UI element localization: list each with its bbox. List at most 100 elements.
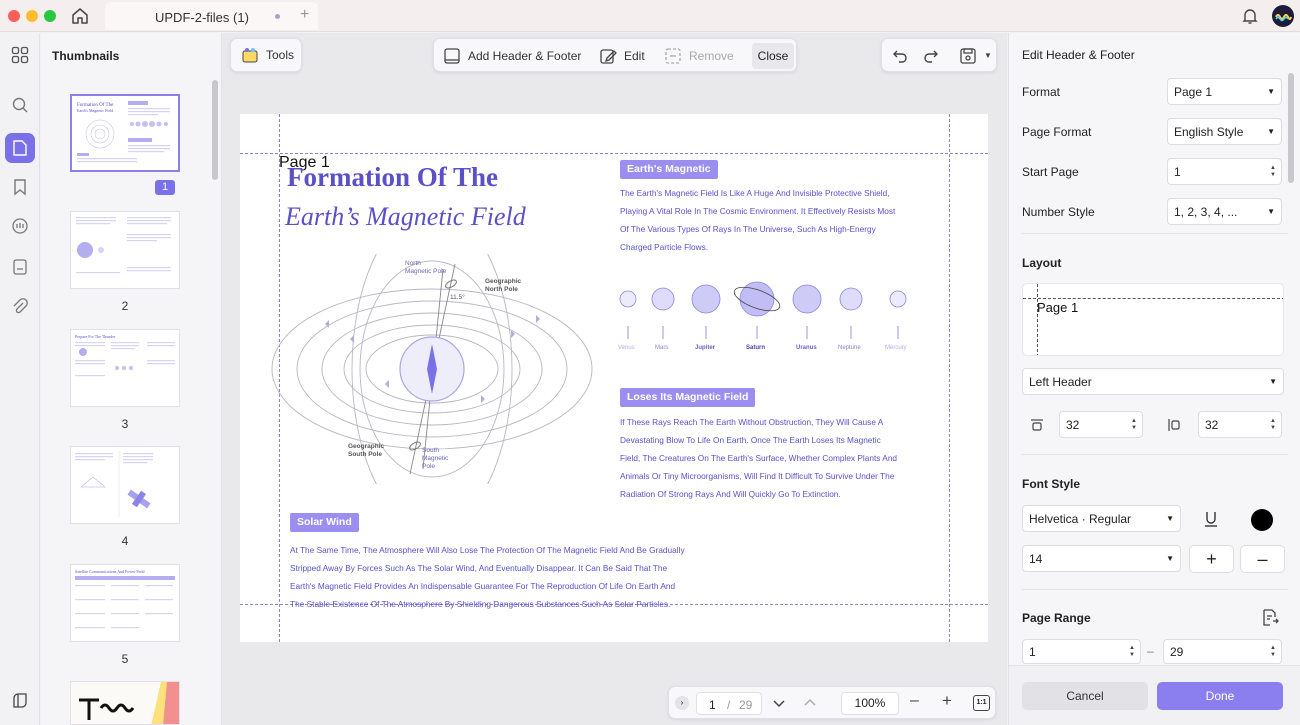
page-navigator: › 1 / 29 100% – + 1:1: [668, 686, 996, 719]
left-rail: [0, 33, 40, 725]
side-margin-stepper[interactable]: 32 ▲ ▼: [1198, 411, 1282, 438]
header-footer-toolbar: Add Header & Footer Edit Remove Close: [433, 38, 797, 72]
close-button[interactable]: Close: [752, 43, 794, 69]
comment-icon[interactable]: [8, 215, 32, 239]
previous-page-icon[interactable]: [802, 695, 818, 711]
divider: [1022, 589, 1288, 590]
position-select[interactable]: Left Header ▼: [1022, 368, 1284, 395]
edit-button[interactable]: Edit: [599, 47, 645, 65]
planet-label-neptune: Neptune: [838, 345, 861, 351]
increase-font-button[interactable]: +: [1189, 545, 1234, 573]
tools-button[interactable]: Tools: [230, 38, 302, 72]
bell-icon[interactable]: [1240, 6, 1260, 26]
thumbnail-page-4[interactable]: [70, 446, 180, 524]
thumbnail-page-1[interactable]: Formation Of The Earth's Magnetic Field: [70, 94, 180, 172]
done-button[interactable]: Done: [1157, 682, 1283, 710]
thumbnail-scrollbar[interactable]: [212, 80, 218, 180]
page-range-icon[interactable]: [1260, 608, 1280, 628]
planet-label-uranus: Uranus: [796, 345, 817, 351]
stepper-arrows-icon[interactable]: ▲ ▼: [1270, 165, 1276, 179]
font-size-value: 14: [1029, 551, 1043, 566]
stepper-arrows-icon[interactable]: ▲ ▼: [1129, 645, 1135, 659]
planet-label-jupiter: Jupiter: [695, 345, 716, 351]
avatar[interactable]: [1272, 5, 1294, 27]
font-size-select[interactable]: 14 ▼: [1022, 545, 1181, 572]
zoom-level-input[interactable]: 100%: [841, 692, 899, 715]
bookmark-icon[interactable]: [8, 175, 32, 199]
edit-label: Edit: [624, 49, 645, 63]
top-margin-icon: [1029, 417, 1045, 433]
font-family-select[interactable]: Helvetica · Regular ▼: [1022, 505, 1181, 532]
planet-label-saturn: Saturn: [746, 345, 766, 351]
section-1-body: The Earth's Magnetic Field Is Like A Hug…: [620, 184, 940, 256]
page-format-select[interactable]: English Style ▼: [1167, 118, 1282, 145]
stepper-arrows-icon[interactable]: ▲ ▼: [1131, 418, 1137, 432]
add-header-footer-label: Add Header & Footer: [468, 49, 582, 63]
range-end-stepper[interactable]: 29 ▲ ▼: [1163, 639, 1282, 664]
remove-button[interactable]: Remove: [664, 47, 734, 65]
new-tab-button[interactable]: +: [300, 6, 309, 24]
text-line: Charged Particle Flows.: [620, 242, 709, 252]
panel-scrollbar[interactable]: [1288, 73, 1294, 183]
add-header-footer-button[interactable]: Add Header & Footer: [443, 47, 581, 65]
thumbnail-page-5[interactable]: Satellite Communications And Power Field: [70, 564, 180, 642]
range-dash: –: [1147, 644, 1154, 658]
page-number-input[interactable]: 1 / 29: [696, 692, 762, 715]
format-select[interactable]: Page 1 ▼: [1167, 78, 1282, 105]
thumbnail-page-3[interactable]: Prepare For The Thunder: [70, 329, 180, 407]
layout-title: Layout: [1022, 256, 1062, 270]
unsaved-dot-icon: [275, 14, 280, 19]
home-icon[interactable]: [70, 6, 90, 26]
tools-icon: [242, 48, 258, 63]
chevron-down-icon: ▼: [1267, 87, 1275, 96]
thumbnail-label: 5: [121, 652, 129, 666]
chevron-down-icon: ▼: [1269, 377, 1277, 386]
text-line: Radiation Of Strong Rays And Will Quickl…: [620, 489, 841, 499]
start-page-stepper[interactable]: 1 ▲ ▼: [1167, 158, 1282, 185]
panel-title: Edit Header & Footer: [1022, 48, 1135, 62]
font-color-swatch[interactable]: [1251, 509, 1273, 531]
page-format-label: Page Format: [1022, 125, 1092, 139]
cancel-button[interactable]: Cancel: [1022, 682, 1148, 710]
undo-icon[interactable]: [891, 47, 909, 65]
search-icon[interactable]: [8, 93, 32, 117]
zoom-in-icon[interactable]: +: [942, 691, 952, 711]
document-tab[interactable]: UPDF-2-files (1): [105, 2, 318, 30]
save-icon[interactable]: [959, 47, 977, 65]
redo-icon[interactable]: [922, 47, 940, 65]
chevron-right-icon[interactable]: ›: [675, 696, 689, 710]
doc-title-line2: Earth’s Magnetic Field: [285, 202, 526, 231]
side-margin-value: 32: [1205, 417, 1219, 432]
total-pages: 29: [739, 698, 753, 712]
grid-icon[interactable]: [8, 43, 32, 67]
format-value: Page 1: [1174, 84, 1213, 99]
stepper-arrows-icon[interactable]: ▲ ▼: [1270, 418, 1276, 432]
zoom-out-icon[interactable]: –: [910, 692, 919, 710]
minimize-window-button[interactable]: [26, 10, 38, 22]
zoom-window-button[interactable]: [44, 10, 56, 22]
planet-label-mercury: Mercury: [885, 345, 907, 351]
close-window-button[interactable]: [8, 10, 20, 22]
sidebar-toggle-icon[interactable]: [8, 689, 32, 713]
thumbnail-page-2[interactable]: [70, 211, 180, 289]
decrease-font-button[interactable]: –: [1240, 545, 1285, 573]
actual-size-icon[interactable]: 1:1: [973, 695, 990, 711]
form-icon[interactable]: [8, 255, 32, 279]
range-start-stepper[interactable]: 1 ▲ ▼: [1022, 639, 1141, 664]
stepper-arrows-icon[interactable]: ▲ ▼: [1270, 645, 1276, 659]
layout-preview[interactable]: Page 1: [1022, 283, 1284, 356]
text-line: Animals Or Tiny Microorganisms, Will Fin…: [620, 471, 895, 481]
chevron-down-icon[interactable]: ▼: [984, 51, 992, 60]
document-page[interactable]: Page 1 Formation Of The Earth’s Magnetic…: [240, 114, 988, 642]
underline-icon[interactable]: [1202, 510, 1220, 528]
page-icon[interactable]: [5, 133, 35, 163]
page-number-badge: 1: [155, 180, 175, 195]
number-style-select[interactable]: 1, 2, 3, 4, ... ▼: [1167, 198, 1282, 225]
thumbnail-page-6[interactable]: [70, 681, 180, 725]
header-footer-icon: [444, 48, 460, 64]
attachment-icon[interactable]: [8, 295, 32, 319]
top-margin-stepper[interactable]: 32 ▲ ▼: [1059, 411, 1143, 438]
preview-header-line: [1023, 298, 1283, 299]
next-page-icon[interactable]: [771, 695, 787, 711]
planet-label-venus: Venus: [618, 345, 635, 351]
